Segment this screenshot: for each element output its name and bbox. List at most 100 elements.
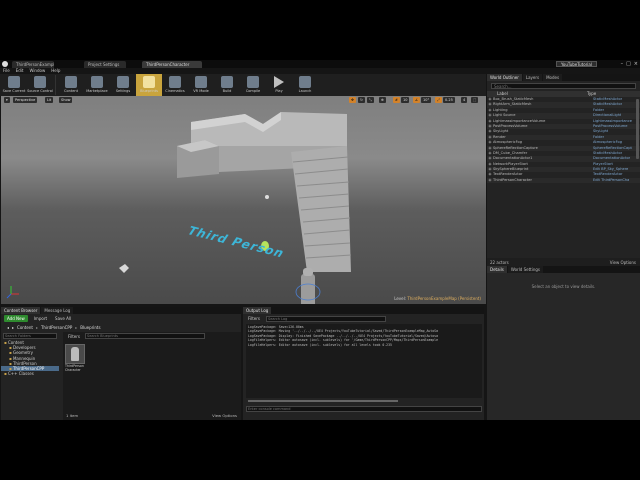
save-current-button[interactable]: Save Current [1, 74, 27, 96]
asset-view-options[interactable]: View Options [212, 413, 237, 418]
tab-world-outliner[interactable]: World Outliner [487, 74, 522, 81]
tab-project-settings[interactable]: Project Settings [84, 61, 126, 68]
toolbar-separator [55, 75, 56, 95]
outliner-view-options[interactable]: View Options [610, 260, 636, 265]
outliner-scrollbar[interactable] [636, 99, 639, 159]
rotation-snap-value[interactable]: 10° [421, 97, 432, 103]
actor-count: 22 actors [490, 260, 509, 265]
scale-snap-value[interactable]: 0.25 [443, 97, 455, 103]
level-viewport[interactable]: Third Person ▾ Perspective Lit Show ✥ ↻ … [1, 96, 486, 304]
filters-button[interactable]: Filters [66, 333, 82, 340]
tab-level[interactable]: ThirdPersonExampleMap [12, 61, 54, 68]
launch-button[interactable]: Launch [292, 74, 318, 96]
viewport-toolbar: ▾ Perspective Lit Show ✥ ↻ ⤡ ⊕ # 10 ∠ 10… [1, 96, 486, 105]
compile-icon [247, 76, 259, 88]
character-icon [71, 347, 79, 361]
settings-button[interactable]: Settings [110, 74, 136, 96]
asset-count: 1 item [66, 413, 79, 418]
tab-layers[interactable]: Layers [522, 74, 543, 81]
asset-search-input[interactable]: Search Blueprints [85, 333, 205, 339]
level-status-prefix: Level: [394, 296, 407, 301]
outliner-search-input[interactable]: Search... [491, 83, 636, 89]
marketplace-button[interactable]: Marketplace [84, 74, 110, 96]
settings-icon [117, 76, 129, 88]
log-text-area[interactable]: LogSavePackage: Save=126.00ms LogSavePack… [246, 324, 482, 398]
breadcrumb-content[interactable]: Content [17, 325, 33, 330]
tab-message-log[interactable]: Message Log [41, 307, 74, 314]
breadcrumb-back-icon[interactable]: ◂ [7, 325, 9, 330]
rotate-mode-button[interactable]: ↻ [358, 97, 365, 103]
tab-character-blueprint[interactable]: ThirdPersonCharacter [142, 61, 202, 68]
asset-name: ThirdPerson Character [65, 364, 84, 372]
unreal-logo-icon [2, 61, 8, 67]
breadcrumb-thirdpersoncpp[interactable]: ThirdPersonCPP [41, 325, 72, 330]
scale-snap-toggle[interactable]: ⤢ [435, 97, 442, 103]
world-local-button[interactable]: ⊕ [379, 97, 386, 103]
log-search-input[interactable]: Search Log [266, 315, 386, 322]
content-browser-panel: Content Browser Message Log Add New Impo… [1, 307, 241, 420]
editor-window: ThirdPersonExampleMap Project Settings T… [0, 60, 640, 420]
level-status-name: ThirdPersonExampleMap (Persistent) [407, 296, 481, 301]
content-button[interactable]: Content [58, 74, 84, 96]
tab-details[interactable]: Details [487, 266, 507, 273]
maximize-icon[interactable]: □ [626, 61, 631, 67]
asset-filter-bar: Filters Search Blueprints [63, 332, 241, 340]
details-hint: Select an object to view details. [531, 284, 596, 289]
close-icon[interactable]: × [634, 61, 638, 67]
outliner-row-label: ThirdPersonCharacter [493, 177, 532, 182]
window-controls: – □ × [621, 61, 638, 67]
folder-tree-item[interactable]: ▪ C++ Classes [1, 371, 59, 376]
tab-modes[interactable]: Modes [543, 74, 563, 81]
viewport-options-button[interactable]: ▾ [4, 97, 10, 103]
outliner-row-type: Edit ThirdPersonCha [593, 177, 630, 182]
tab-output-log[interactable]: Output Log [243, 307, 272, 314]
blueprints-button[interactable]: Blueprints [136, 74, 162, 96]
breadcrumb-forward-icon[interactable]: ▸ [12, 325, 14, 330]
asset-tile[interactable]: ThirdPerson Character [65, 344, 87, 372]
breadcrumb-separator: ▸ [35, 324, 38, 330]
source-control-icon [34, 76, 46, 88]
details-panel: Details World Settings Select an object … [487, 266, 640, 420]
source-control-button[interactable]: Source Control [27, 74, 53, 96]
maximize-viewport-button[interactable]: ⬚ [471, 97, 479, 103]
breadcrumb-blueprints[interactable]: Blueprints [80, 325, 100, 330]
viewport-status: Level: ThirdPersonExampleMap (Persistent… [394, 296, 481, 301]
play-icon [274, 76, 284, 88]
console-command-input[interactable]: Enter console command [246, 406, 482, 412]
grid-snap-toggle[interactable]: # [393, 97, 400, 103]
compile-button[interactable]: Compile [240, 74, 266, 96]
outliner-row[interactable]: ◉ ThirdPersonCharacter Edit ThirdPersonCha [487, 177, 640, 184]
tab-world-settings[interactable]: World Settings [507, 266, 544, 273]
outliner-list: ◉ Box_Brush_StaticMesh StaticMeshActor ◉ Rig… [487, 97, 640, 225]
content-browser-tabs: Content Browser Message Log [1, 307, 241, 314]
vr-mode-icon [195, 76, 207, 88]
tab-content-browser[interactable]: Content Browser [1, 307, 41, 314]
play-button[interactable]: Play [266, 74, 292, 96]
project-title: YouTubeTutorial [556, 61, 597, 67]
add-new-button[interactable]: Add New [4, 315, 28, 322]
cinematics-button[interactable]: Cinematics [162, 74, 188, 96]
save-all-button[interactable]: Save All [53, 315, 73, 322]
lit-button[interactable]: Lit [45, 97, 54, 103]
log-horizontal-scrollbar[interactable] [248, 400, 398, 402]
output-log-toolbar: Filters Search Log [243, 314, 484, 323]
content-icon [65, 76, 77, 88]
show-button[interactable]: Show [59, 97, 73, 103]
perspective-button[interactable]: Perspective [13, 97, 38, 103]
translate-mode-button[interactable]: ✥ [349, 97, 356, 103]
log-line: LogFileHelpers: Editor autosave (incl. s… [248, 342, 392, 347]
import-button[interactable]: Import [32, 315, 49, 322]
folder-search-input[interactable]: Search Folders [3, 333, 57, 339]
rotation-snap-toggle[interactable]: ∠ [413, 97, 421, 103]
build-button[interactable]: Build [214, 74, 240, 96]
camera-speed-button[interactable]: 4 [461, 97, 468, 103]
save-icon [8, 76, 20, 88]
vr-mode-button[interactable]: VR Mode [188, 74, 214, 96]
asset-view-pane: Filters Search Blueprints ThirdPerson Ch… [63, 332, 241, 420]
outliner-footer: 22 actors View Options [487, 258, 640, 266]
build-icon [221, 76, 233, 88]
scale-mode-button[interactable]: ⤡ [367, 97, 374, 103]
minimize-icon[interactable]: – [621, 61, 624, 67]
grid-snap-value[interactable]: 10 [401, 97, 410, 103]
log-filters-button[interactable]: Filters [246, 315, 262, 322]
